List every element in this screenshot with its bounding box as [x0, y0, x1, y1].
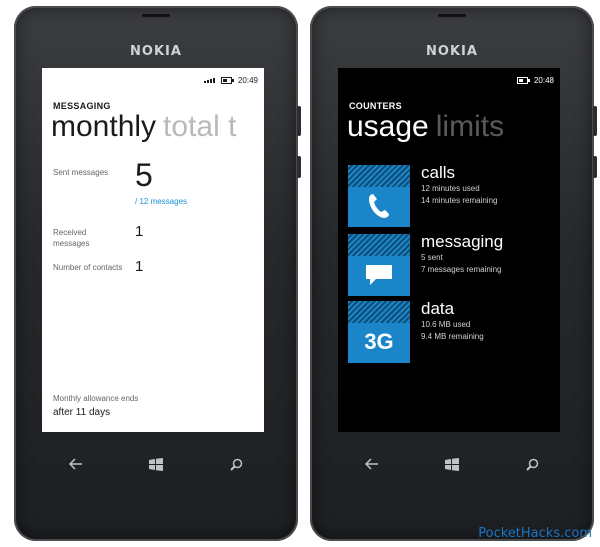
allowance-label: Monthly allowance ends [53, 394, 139, 403]
tile-remaining: 7 messages remaining [421, 265, 502, 274]
counters-screen: 20:48 COUNTERS usage limits calls 12 minu… [338, 68, 560, 432]
clock: 20:49 [237, 76, 258, 85]
messages-limit-link[interactable]: / 12 messages [135, 197, 187, 206]
message-icon [348, 254, 410, 296]
tile-details: data 10.6 MB used 9.4 MB remaining [421, 299, 484, 343]
earpiece [438, 14, 466, 17]
phone-icon [348, 185, 410, 227]
volume-button [593, 106, 597, 136]
pivot-item-total[interactable]: total t [163, 110, 236, 143]
tile-name: calls [421, 163, 456, 182]
3g-icon: 3G [364, 329, 394, 354]
row-value: 1 [135, 223, 144, 240]
signal-icon [203, 78, 215, 83]
tile-remaining: 9.4 MB remaining [421, 332, 484, 341]
messaging-tile[interactable] [348, 234, 410, 296]
clock: 20:48 [533, 76, 554, 85]
contacts-row: Number of contacts 1 [53, 258, 143, 275]
hardware-nav-bar [310, 452, 594, 478]
pivot-item-usage[interactable]: usage [347, 110, 429, 143]
power-button [593, 156, 597, 178]
tile-name: messaging [421, 232, 504, 251]
tile-details: calls 12 minutes used 14 minutes remaini… [421, 163, 497, 207]
right-phone: NOKIA 20:48 COUNTERS usage limits calls 1… [310, 6, 597, 541]
left-phone: NOKIA 20:49 MESSAGING monthly total t Sen… [14, 6, 301, 541]
watermark: PocketHacks.com [478, 526, 592, 541]
search-icon[interactable] [224, 452, 248, 476]
pivot-header: usage limits [347, 110, 504, 144]
received-messages-row: Received messages 1 [53, 223, 143, 249]
pivot-item-monthly[interactable]: monthly [51, 110, 156, 143]
battery-icon [220, 77, 234, 84]
pivot-item-limits[interactable]: limits [436, 110, 504, 143]
brand-logo: NOKIA [426, 44, 478, 59]
pivot-header: monthly total t [51, 110, 236, 144]
row-value: 5 [135, 157, 153, 193]
power-button [297, 156, 301, 178]
sent-messages-row: Sent messages 5 / 12 messages [53, 157, 187, 206]
tile-used: 5 sent [421, 253, 443, 262]
row-value: 1 [135, 258, 144, 275]
hardware-nav-bar [14, 452, 298, 478]
windows-logo-icon[interactable] [440, 452, 464, 476]
allowance-value: after 11 days [53, 407, 111, 418]
search-icon[interactable] [520, 452, 544, 476]
tile-name: data [421, 299, 455, 318]
battery-icon [516, 77, 530, 84]
messaging-screen: 20:49 MESSAGING monthly total t Sent mess… [42, 68, 264, 432]
tile-used: 12 minutes used [421, 184, 480, 193]
tile-remaining: 14 minutes remaining [421, 196, 498, 205]
tile-details: messaging 5 sent 7 messages remaining [421, 232, 503, 276]
calls-tile[interactable] [348, 165, 410, 227]
windows-logo-icon[interactable] [144, 452, 168, 476]
back-arrow-icon[interactable] [360, 452, 384, 476]
row-label: Sent messages [53, 168, 109, 177]
earpiece [142, 14, 170, 17]
tile-used: 10.6 MB used [421, 320, 471, 329]
status-bar: 20:48 [516, 76, 554, 85]
brand-logo: NOKIA [130, 44, 182, 59]
row-label: Received messages [53, 228, 90, 248]
back-arrow-icon[interactable] [64, 452, 88, 476]
row-label: Number of contacts [53, 263, 123, 272]
volume-button [297, 106, 301, 136]
status-bar: 20:49 [203, 76, 258, 85]
data-tile[interactable]: 3G [348, 301, 410, 363]
